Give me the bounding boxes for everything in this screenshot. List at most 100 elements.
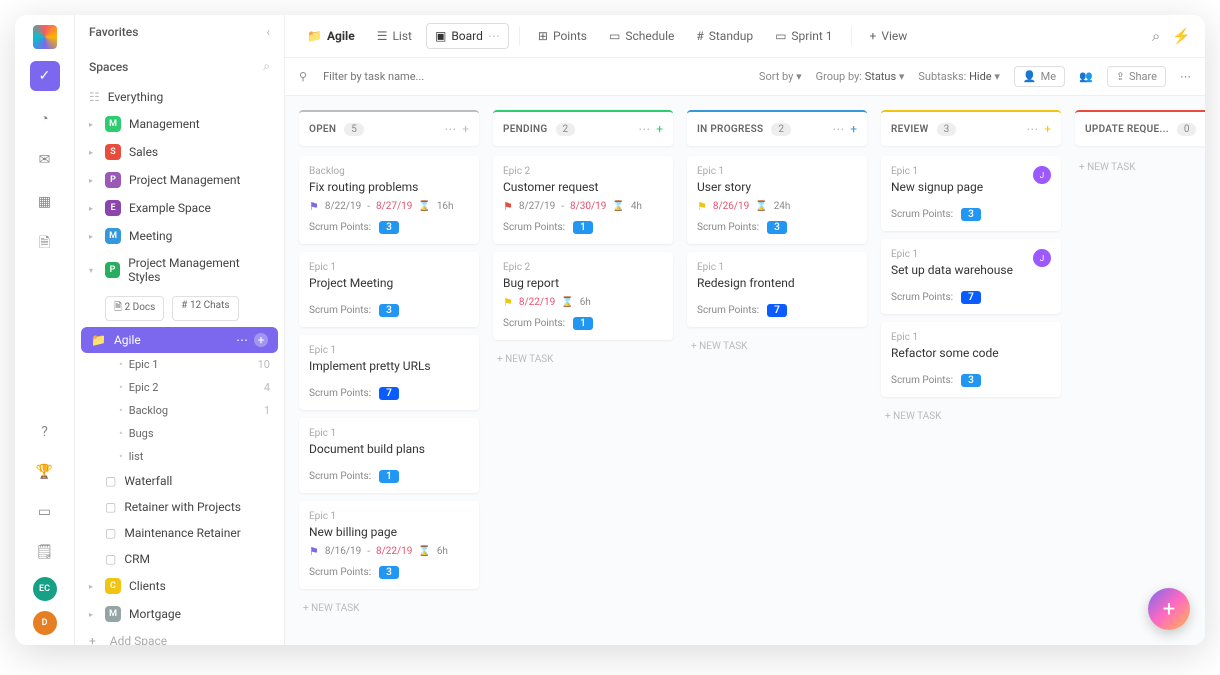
- goals-icon[interactable]: 🏆: [30, 457, 60, 487]
- space-clients[interactable]: ▸CClients: [75, 572, 284, 600]
- task-card[interactable]: Epic 1 Set up data warehouse J Scrum Poi…: [881, 239, 1061, 314]
- briefcase-icon[interactable]: ▭: [30, 497, 60, 527]
- column-header[interactable]: UPDATE REQUE... 0 ⋯+: [1075, 110, 1205, 146]
- task-card[interactable]: Epic 1 New billing page ⚑ 8/16/19- 8/22/…: [299, 501, 479, 589]
- folder-crm[interactable]: ▢CRM: [75, 546, 284, 572]
- create-fab[interactable]: +: [1148, 588, 1190, 630]
- view-points[interactable]: ⊞ Points: [530, 24, 595, 48]
- folder-icon: ▢: [105, 526, 116, 540]
- space-mortgage[interactable]: ▸MMortgage: [75, 600, 284, 628]
- more-icon[interactable]: ⋯: [638, 122, 650, 136]
- scrum-label: Scrum Points:: [309, 471, 371, 482]
- share-button[interactable]: ⇪ Share: [1107, 66, 1166, 87]
- space-label: Project Management: [129, 173, 240, 187]
- search-icon[interactable]: ⌕: [1152, 27, 1160, 45]
- view-standup[interactable]: # Standup: [688, 24, 761, 48]
- new-task-button[interactable]: + NEW TASK: [687, 335, 867, 358]
- sort-button[interactable]: Sort by ▾: [759, 70, 802, 83]
- dashboards-icon[interactable]: ▦: [30, 187, 60, 217]
- new-task-button[interactable]: + NEW TASK: [299, 597, 479, 620]
- breadcrumb[interactable]: 📁 Agile: [299, 24, 363, 48]
- column-header[interactable]: REVIEW 3 ⋯+: [881, 110, 1061, 146]
- add-task-icon[interactable]: +: [1044, 122, 1051, 136]
- folder-maintenance-retainer[interactable]: ▢Maintenance Retainer: [75, 520, 284, 546]
- column-header[interactable]: OPEN 5 ⋯+: [299, 110, 479, 146]
- list-bugs[interactable]: •Bugs: [75, 422, 284, 445]
- view-schedule[interactable]: ▭ Schedule: [601, 24, 682, 48]
- assignee-icon[interactable]: 👥: [1079, 70, 1093, 83]
- more-icon[interactable]: ⋯: [1026, 122, 1038, 136]
- task-card[interactable]: Epic 1 Refactor some code Scrum Points:3: [881, 322, 1061, 397]
- app-logo[interactable]: [33, 25, 57, 49]
- space-example-space[interactable]: ▸ E Example Space: [75, 194, 284, 222]
- automation-icon[interactable]: ⚡: [1172, 27, 1191, 45]
- add-task-icon[interactable]: +: [656, 122, 663, 136]
- chats-chip[interactable]: # 12 Chats: [172, 296, 238, 321]
- docs-chip[interactable]: 🗎 2 Docs: [105, 296, 164, 321]
- scrum-label: Scrum Points:: [503, 318, 565, 329]
- task-card[interactable]: Epic 2 Customer request ⚑ 8/27/19- 8/30/…: [493, 156, 673, 244]
- notepad-icon[interactable]: 🗒: [30, 537, 60, 567]
- more-icon[interactable]: ⋯: [236, 333, 248, 347]
- assignee-avatar[interactable]: J: [1033, 249, 1051, 267]
- add-task-icon[interactable]: +: [462, 122, 469, 136]
- space-project-management[interactable]: ▸ P Project Management: [75, 166, 284, 194]
- task-card[interactable]: Epic 2 Bug report ⚑ 8/22/19 ⌛6h Scrum Po…: [493, 252, 673, 340]
- space-management[interactable]: ▸ M Management: [75, 110, 284, 138]
- space-sales[interactable]: ▸ S Sales: [75, 138, 284, 166]
- task-card[interactable]: Epic 1 Implement pretty URLs Scrum Point…: [299, 335, 479, 410]
- group-button[interactable]: Group by: Status ▾: [816, 70, 905, 83]
- filter-icon[interactable]: ⚲: [299, 70, 307, 83]
- list-epic-2[interactable]: •Epic 24: [75, 376, 284, 399]
- add-view-button[interactable]: + View: [862, 24, 916, 48]
- task-card[interactable]: Epic 1 New signup page J Scrum Points:3: [881, 156, 1061, 231]
- add-icon[interactable]: +: [254, 333, 268, 347]
- new-task-button[interactable]: + NEW TASK: [1075, 156, 1205, 179]
- favorites-header[interactable]: Favorites‹: [75, 15, 284, 49]
- folder-retainer-with-projects[interactable]: ▢Retainer with Projects: [75, 494, 284, 520]
- task-card[interactable]: Epic 1 Project Meeting Scrum Points:3: [299, 252, 479, 327]
- task-card[interactable]: Epic 1 Redesign frontend Scrum Points:7: [687, 252, 867, 327]
- task-card[interactable]: Epic 1 User story ⚑ 8/26/19 ⌛24h Scrum P…: [687, 156, 867, 244]
- column-header[interactable]: IN PROGRESS 2 ⋯+: [687, 110, 867, 146]
- view-sprint[interactable]: ▭ Sprint 1: [767, 24, 840, 48]
- user-avatar-2[interactable]: D: [33, 611, 57, 635]
- more-icon[interactable]: ⋯: [444, 122, 456, 136]
- space-project-management-styles[interactable]: ▾ P Project Management Styles: [75, 250, 284, 290]
- add-space-button[interactable]: + Add Space: [75, 628, 284, 645]
- inbox-icon[interactable]: ✉: [30, 145, 60, 175]
- list-list[interactable]: •list: [75, 445, 284, 468]
- assignee-avatar[interactable]: J: [1033, 166, 1051, 184]
- estimate: 6h: [437, 546, 448, 557]
- view-board[interactable]: ▣ Board ⋯: [426, 23, 509, 49]
- more-icon[interactable]: ⋯: [832, 122, 844, 136]
- scrum-points-badge: 7: [379, 387, 399, 400]
- tasks-icon[interactable]: ✓: [30, 61, 60, 91]
- task-card[interactable]: Backlog Fix routing problems ⚑ 8/22/19- …: [299, 156, 479, 244]
- column-header[interactable]: PENDING 2 ⋯+: [493, 110, 673, 146]
- notifications-icon[interactable]: ◔: [30, 103, 60, 133]
- add-task-icon[interactable]: +: [850, 122, 857, 136]
- search-icon[interactable]: ⌕: [263, 59, 270, 74]
- new-task-button[interactable]: + NEW TASK: [493, 348, 673, 371]
- task-card[interactable]: Epic 1 Document build plans Scrum Points…: [299, 418, 479, 493]
- user-avatar-1[interactable]: EC: [33, 577, 57, 601]
- collapse-icon[interactable]: ‹: [266, 25, 270, 39]
- subtasks-button[interactable]: Subtasks: Hide ▾: [918, 70, 1000, 83]
- space-meeting[interactable]: ▸ M Meeting: [75, 222, 284, 250]
- more-icon[interactable]: ⋯: [1180, 70, 1191, 83]
- card-epic: Backlog: [309, 166, 469, 177]
- filter-input[interactable]: [323, 70, 503, 83]
- docs-icon[interactable]: 🗎: [30, 229, 60, 259]
- folder-waterfall[interactable]: ▢Waterfall: [75, 468, 284, 494]
- new-task-button[interactable]: + NEW TASK: [881, 405, 1061, 428]
- scrum-label: Scrum Points:: [697, 305, 759, 316]
- list-backlog[interactable]: •Backlog1: [75, 399, 284, 422]
- active-folder-agile[interactable]: 📁 Agile ⋯+: [81, 327, 278, 353]
- help-icon[interactable]: ?: [30, 417, 60, 447]
- list-epic-1[interactable]: •Epic 110: [75, 353, 284, 376]
- column-count: 0: [1177, 123, 1197, 136]
- everything-item[interactable]: ☷Everything: [75, 84, 284, 110]
- me-filter[interactable]: 👤 Me: [1014, 66, 1065, 87]
- view-list[interactable]: ☰ List: [369, 24, 420, 48]
